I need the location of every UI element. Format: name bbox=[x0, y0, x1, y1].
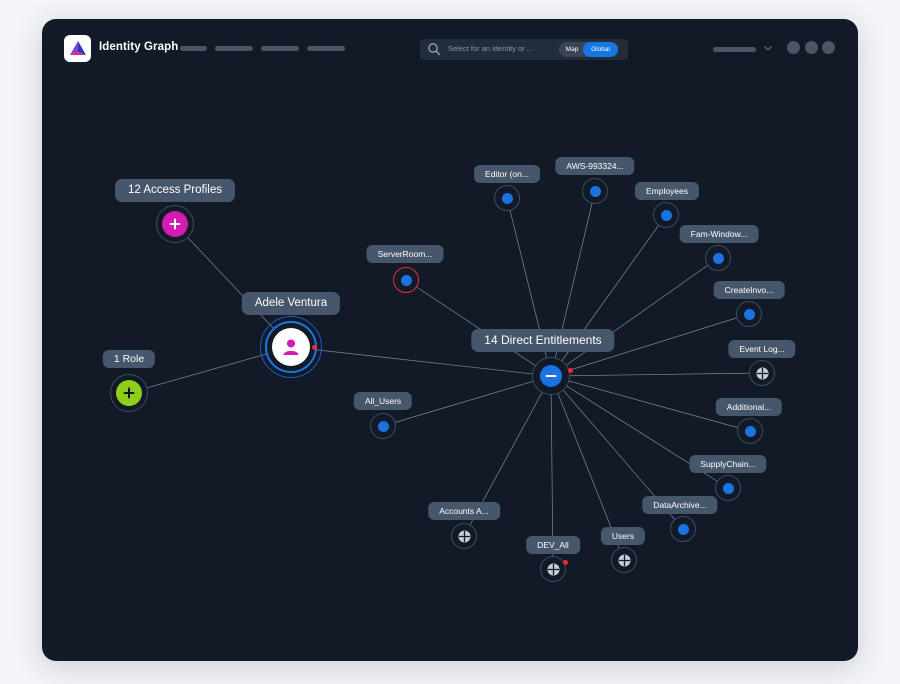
edge bbox=[550, 372, 763, 377]
group-icon bbox=[458, 530, 470, 542]
identity-name-label[interactable]: Adele Ventura bbox=[241, 292, 341, 315]
entitlement-label[interactable]: SupplyChain... bbox=[689, 455, 767, 473]
plus-icon bbox=[169, 218, 181, 230]
entitlement-label[interactable]: ServerRoom... bbox=[366, 245, 444, 263]
entitlement-label[interactable]: DEV_All bbox=[526, 536, 580, 554]
roles-node[interactable] bbox=[110, 374, 148, 412]
entitlement-node[interactable] bbox=[653, 202, 679, 228]
roles-label[interactable]: 1 Role bbox=[102, 350, 156, 368]
edge bbox=[550, 257, 719, 377]
person-icon bbox=[283, 339, 299, 355]
access-profiles-node[interactable] bbox=[156, 205, 194, 243]
entitlements-hub-node[interactable] bbox=[532, 357, 570, 395]
entitlement-node[interactable] bbox=[494, 185, 520, 211]
graph-canvas[interactable]: 12 Access Profiles 1 Role Adele Ventura bbox=[42, 19, 858, 661]
group-icon bbox=[756, 367, 768, 379]
entitlement-node[interactable] bbox=[370, 413, 396, 439]
entitlement-label[interactable]: All_Users bbox=[353, 392, 413, 410]
entitlement-group-node[interactable] bbox=[749, 360, 775, 386]
entitlement-group-node[interactable] bbox=[540, 556, 566, 582]
entitlement-label[interactable]: Event Log... bbox=[728, 340, 796, 358]
identity-node[interactable] bbox=[265, 321, 317, 373]
entitlement-label[interactable]: DataArchive... bbox=[642, 496, 718, 514]
entitlement-alert-dot bbox=[563, 560, 568, 565]
entitlement-label[interactable]: AWS-993324... bbox=[555, 157, 635, 175]
entitlement-label[interactable]: Employees bbox=[634, 182, 700, 200]
entitlement-label[interactable]: CreateInvo... bbox=[713, 281, 785, 299]
entitlement-node[interactable] bbox=[670, 516, 696, 542]
entitlement-alert-node[interactable] bbox=[393, 267, 419, 293]
access-profiles-label[interactable]: 12 Access Profiles bbox=[115, 179, 235, 202]
plus-icon bbox=[123, 387, 135, 399]
identity-graph-window: Identity Graph Select for an identity or… bbox=[42, 19, 858, 661]
entitlement-label[interactable]: Users bbox=[600, 527, 646, 545]
entitlement-label[interactable]: Editor (on... bbox=[474, 165, 540, 183]
entitlement-node[interactable] bbox=[582, 178, 608, 204]
entitlement-label[interactable]: Additional... bbox=[715, 398, 783, 416]
entitlements-hub-badge bbox=[540, 365, 562, 387]
entitlement-label[interactable]: Fam-Window... bbox=[679, 225, 759, 243]
identity-alert-dot bbox=[312, 345, 317, 350]
entitlement-group-node[interactable] bbox=[611, 547, 637, 573]
entitlement-node[interactable] bbox=[736, 301, 762, 327]
entitlement-group-node[interactable] bbox=[451, 523, 477, 549]
entitlements-alert-dot bbox=[568, 368, 573, 373]
entitlement-label[interactable]: Accounts A... bbox=[428, 502, 500, 520]
entitlement-node[interactable] bbox=[705, 245, 731, 271]
access-profiles-badge bbox=[162, 211, 188, 237]
group-icon bbox=[618, 554, 630, 566]
identity-avatar bbox=[272, 328, 310, 366]
entitlements-hub-label[interactable]: 14 Direct Entitlements bbox=[471, 329, 615, 352]
roles-badge bbox=[116, 380, 142, 406]
edge bbox=[405, 279, 552, 377]
entitlement-node[interactable] bbox=[737, 418, 763, 444]
group-icon bbox=[547, 563, 559, 575]
entitlement-node[interactable] bbox=[715, 475, 741, 501]
minus-icon bbox=[545, 375, 557, 377]
